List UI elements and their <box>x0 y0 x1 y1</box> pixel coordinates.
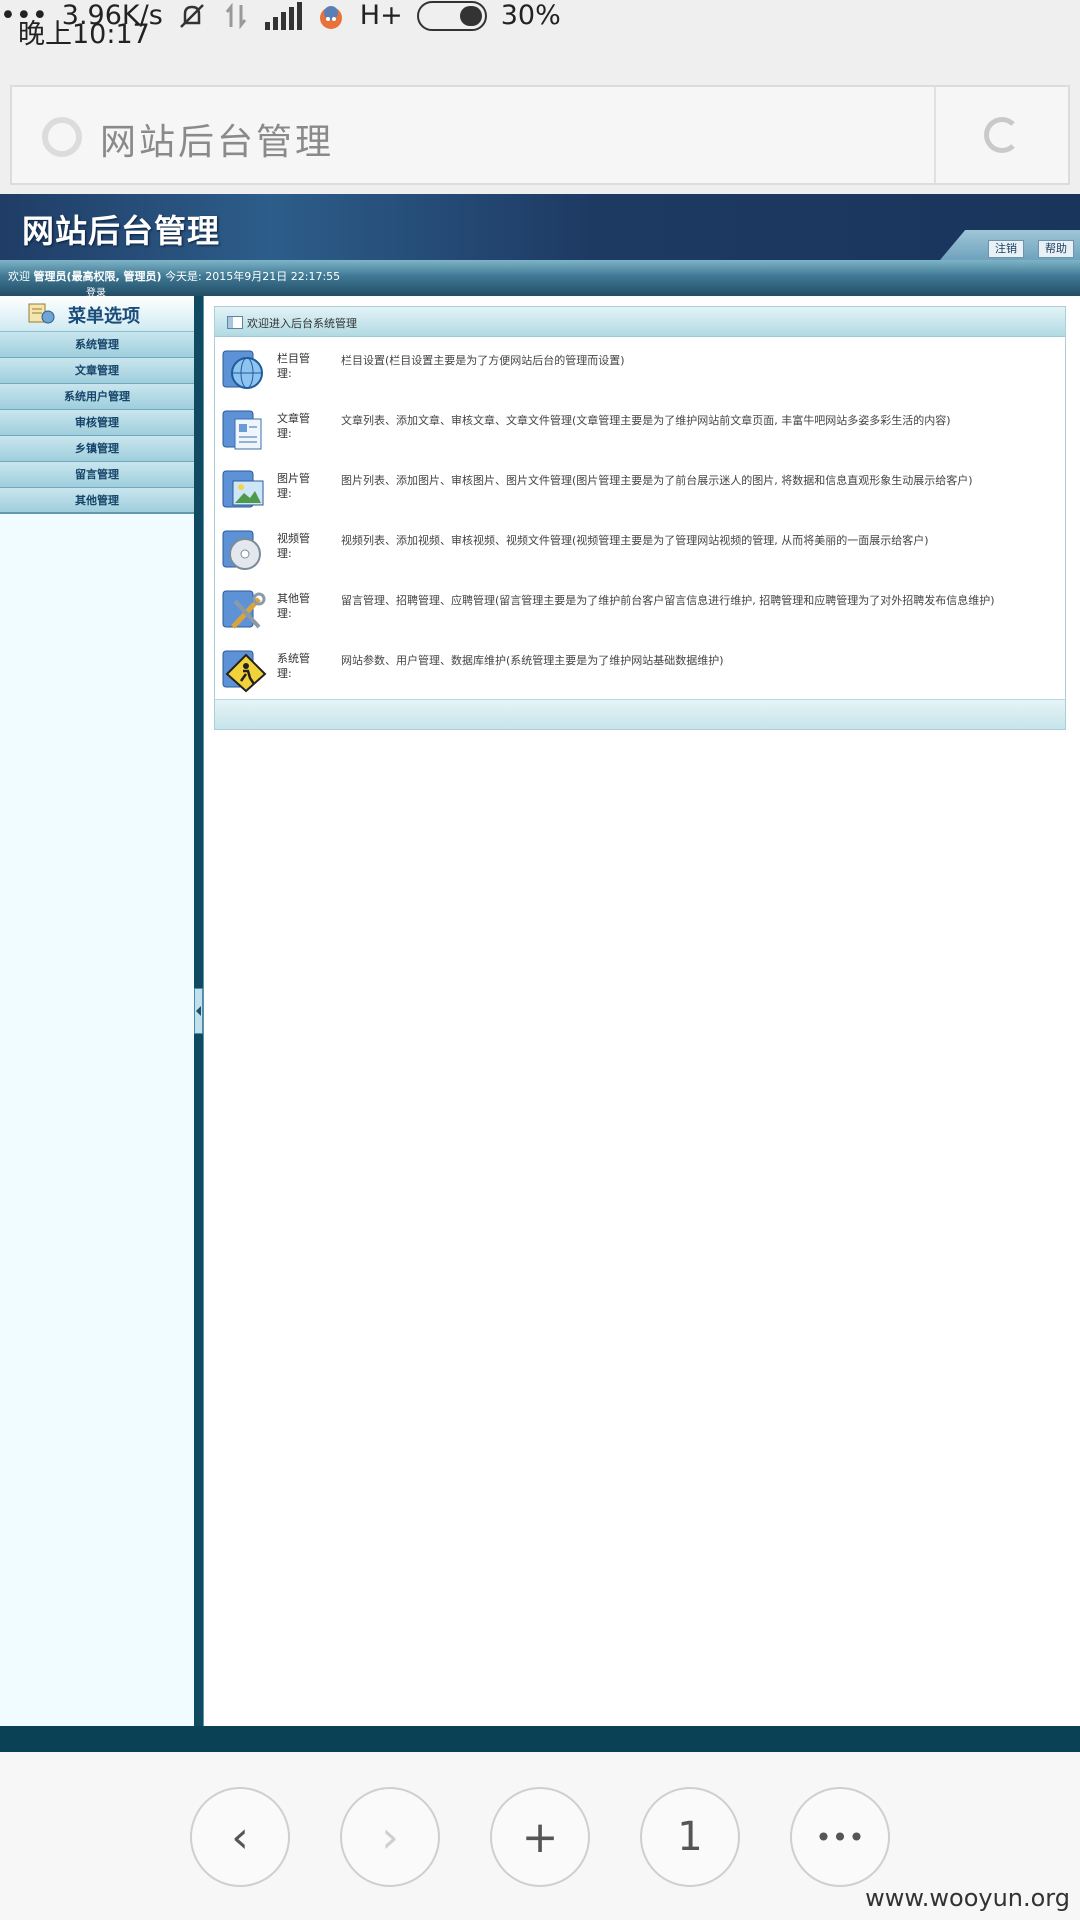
module-row: 栏目管理: 栏目设置(栏目设置主要是为了方便网站后台的管理而设置) <box>215 341 1067 401</box>
app-badge-icon <box>319 5 342 29</box>
menu-options-icon <box>28 303 55 324</box>
module-list: 栏目管理: 栏目设置(栏目设置主要是为了方便网站后台的管理而设置) 文章管理: … <box>215 337 1065 699</box>
network-type: H+ <box>359 0 403 31</box>
today-label: 今天是: <box>165 270 202 283</box>
document-icon <box>222 410 262 450</box>
sidebar-item-review[interactable]: 审核管理 <box>0 410 194 436</box>
data-arrows-icon <box>225 2 246 29</box>
module-row: 系统管理: 网站参数、用户管理、数据库维护(系统管理主要是为了维护网站基础数据维… <box>215 641 1067 701</box>
module-name: 栏目管理: <box>277 352 310 380</box>
more-menu-button[interactable]: ••• <box>790 1787 890 1887</box>
module-name: 系统管理: <box>277 652 310 680</box>
reload-icon[interactable] <box>984 117 1020 153</box>
sidebar-item-towns[interactable]: 乡镇管理 <box>0 436 194 462</box>
browser-logo-icon <box>42 117 82 157</box>
panel-footer <box>215 699 1065 729</box>
welcome-panel: 欢迎进入后台系统管理 栏目管理: 栏目设置(栏目设置主要是为了方便网站后台的管理… <box>214 306 1066 730</box>
welcome-prefix: 欢迎 <box>8 270 30 283</box>
window-icon <box>227 316 243 329</box>
browser-toolbar: 网站后台管理 <box>0 60 1080 194</box>
sidebar-item-articles[interactable]: 文章管理 <box>0 358 194 384</box>
admin-logo: 网站后台管理 <box>22 212 221 250</box>
status-bar: 晚上10:17 ••• 3.96K/s H+ 30% <box>0 0 1080 60</box>
module-row: 视频管理: 视频列表、添加视频、审核视频、视频文件管理(视频管理主要是为了管理网… <box>215 521 1067 581</box>
module-row: 其他管理: 留言管理、招聘管理、应聘管理(留言管理主要是为了维护前台客户留言信息… <box>215 581 1067 641</box>
module-desc: 栏目设置(栏目设置主要是为了方便网站后台的管理而设置) <box>341 354 625 367</box>
address-title[interactable]: 网站后台管理 <box>100 113 334 165</box>
module-desc: 留言管理、招聘管理、应聘管理(留言管理主要是为了维护前台客户留言信息进行维护, … <box>341 594 995 607</box>
module-desc: 视频列表、添加视频、审核视频、视频文件管理(视频管理主要是为了管理网站视频的管理… <box>341 534 929 547</box>
sidebar-item-system-users[interactable]: 系统用户管理 <box>0 384 194 410</box>
forward-button[interactable]: › <box>340 1787 440 1887</box>
globe-icon <box>222 350 263 389</box>
image-icon <box>222 470 264 508</box>
sidebar: 菜单选项 系统管理 文章管理 系统用户管理 审核管理 乡镇管理 留言管理 其他管… <box>0 296 194 1726</box>
module-name: 视频管理: <box>277 532 310 560</box>
welcome-info: 欢迎 管理员(最高权限, 管理员) 今天是: 2015年9月21日 22:17:… <box>8 268 340 284</box>
content-area: 欢迎进入后台系统管理 栏目管理: 栏目设置(栏目设置主要是为了方便网站后台的管理… <box>203 296 1080 1726</box>
module-name: 其他管理: <box>277 592 310 620</box>
module-desc: 图片列表、添加图片、审核图片、图片文件管理(图片管理主要是为了前台展示迷人的图片… <box>341 474 973 487</box>
info-bar: 欢迎 管理员(最高权限, 管理员) 今天是: 2015年9月21日 22:17:… <box>0 260 1080 299</box>
user-role: 管理员(最高权限, 管理员) <box>33 270 162 283</box>
back-button[interactable]: ‹ <box>190 1787 290 1887</box>
battery-percent: 30% <box>500 0 561 31</box>
mute-bell-icon <box>179 3 204 28</box>
help-button[interactable]: 帮助 <box>1038 240 1074 258</box>
module-name: 图片管理: <box>277 472 310 500</box>
status-time: 晚上10:17 <box>18 19 150 50</box>
module-row: 图片管理: 图片列表、添加图片、审核图片、图片文件管理(图片管理主要是为了前台展… <box>215 461 1067 521</box>
battery-icon <box>416 0 487 31</box>
current-datetime: 2015年9月21日 22:17:55 <box>205 270 341 283</box>
sidebar-splitter[interactable] <box>194 296 203 1726</box>
tools-icon <box>222 590 266 629</box>
module-name: 文章管理: <box>277 412 310 440</box>
menu-header: 菜单选项 <box>0 296 194 332</box>
disc-icon <box>222 530 261 570</box>
module-desc: 网站参数、用户管理、数据库维护(系统管理主要是为了维护网站基础数据维护) <box>341 654 724 667</box>
admin-footer <box>0 1726 1080 1752</box>
tabs-button[interactable]: 1 <box>640 1787 740 1887</box>
sidebar-item-system[interactable]: 系统管理 <box>0 332 194 358</box>
module-row: 文章管理: 文章列表、添加文章、审核文章、文章文件管理(文章管理主要是为了维护网… <box>215 401 1067 461</box>
signal-icon <box>264 1 302 30</box>
address-separator <box>934 87 936 183</box>
logout-button[interactable]: 注销 <box>988 240 1024 258</box>
collapse-sidebar-handle[interactable] <box>194 988 203 1034</box>
sidebar-item-other[interactable]: 其他管理 <box>0 488 194 514</box>
panel-header: 欢迎进入后台系统管理 <box>215 307 1065 337</box>
panel-title: 欢迎进入后台系统管理 <box>247 317 357 330</box>
new-tab-button[interactable]: + <box>490 1787 590 1887</box>
sidebar-item-messages[interactable]: 留言管理 <box>0 462 194 488</box>
module-desc: 文章列表、添加文章、审核文章、文章文件管理(文章管理主要是为了维护网站前文章页面… <box>341 414 951 427</box>
address-bar[interactable]: 网站后台管理 <box>10 85 1070 185</box>
status-right: ••• 3.96K/s H+ 30% <box>0 0 1080 31</box>
browser-nav-bar: ‹ › + 1 ••• www.wooyun.org <box>0 1752 1080 1920</box>
admin-header: 网站后台管理 注销 帮助 <box>0 194 1080 260</box>
warning-sign-icon <box>222 650 267 693</box>
menu-title: 菜单选项 <box>68 306 140 327</box>
watermark: www.wooyun.org <box>865 1884 1070 1912</box>
